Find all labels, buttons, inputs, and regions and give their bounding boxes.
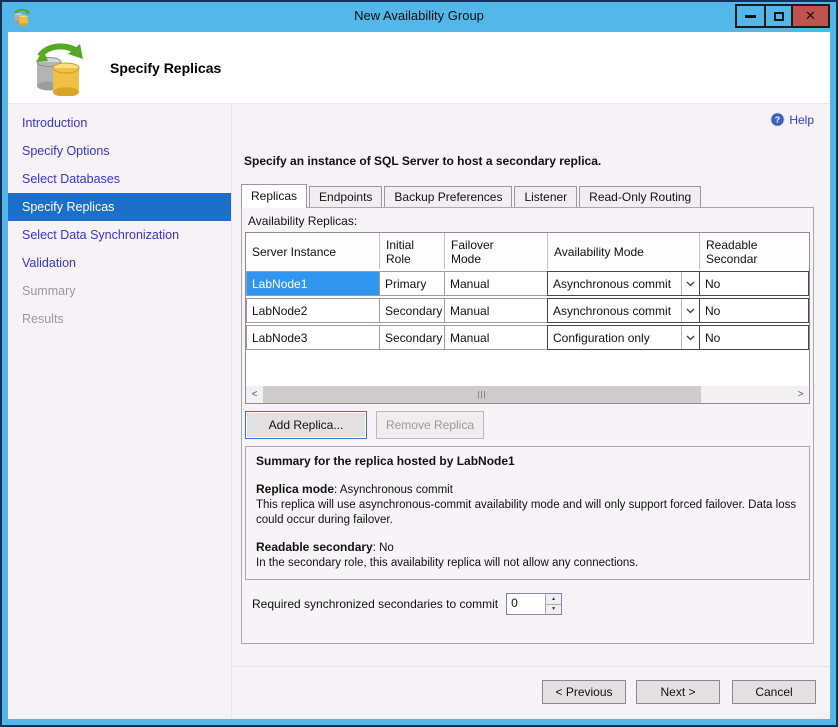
readable-secondary-dropdown[interactable]: No [699, 298, 809, 323]
sidebar-item-summary: Summary [8, 277, 231, 305]
cell-initial-role[interactable]: Primary [379, 271, 445, 296]
maximize-button[interactable] [764, 4, 793, 28]
cell-initial-role[interactable]: Secondary [379, 325, 445, 350]
chevron-down-icon[interactable] [681, 272, 699, 295]
help-label: Help [789, 113, 814, 127]
availability-replicas-label: Availability Replicas: [248, 214, 810, 228]
readable-secondary-description: In the secondary role, this availability… [256, 556, 799, 571]
replica-mode-description: This replica will use asynchronous-commi… [256, 498, 799, 528]
cell-failover-mode[interactable]: Manual [444, 325, 548, 350]
column-header-availability-mode[interactable]: Availability Mode [548, 233, 700, 269]
scroll-right-icon[interactable]: > [792, 386, 809, 403]
table-row: LabNode3 Secondary Manual Configuration … [246, 325, 809, 350]
readable-secondary-dropdown[interactable]: No [699, 271, 809, 296]
page-title: Specify Replicas [110, 60, 221, 76]
chevron-down-icon[interactable] [681, 326, 699, 349]
replica-mode-value: : Asynchronous commit [334, 484, 453, 496]
wizard-footer: < Previous Next > Cancel [232, 666, 830, 719]
wizard-steps-sidebar: Introduction Specify Options Select Data… [8, 104, 232, 719]
help-link[interactable]: ? Help [770, 112, 814, 127]
tab-listener[interactable]: Listener [514, 186, 577, 208]
sidebar-item-validation[interactable]: Validation [8, 249, 231, 277]
required-secondaries-spinner[interactable]: 0 ▲ ▼ [506, 593, 562, 615]
readable-secondary-label: Readable secondary [256, 540, 373, 554]
tab-bar: Replicas Endpoints Backup Preferences Li… [241, 184, 703, 208]
minimize-icon [745, 15, 756, 18]
remove-replica-button[interactable]: Remove Replica [376, 411, 484, 439]
cell-failover-mode[interactable]: Manual [444, 271, 548, 296]
availability-replicas-grid: Server Instance Initial Role Failover Mo… [245, 232, 810, 404]
sidebar-item-specify-options[interactable]: Specify Options [8, 137, 231, 165]
scrollbar-track[interactable] [701, 386, 792, 403]
spinner-value[interactable]: 0 [507, 594, 545, 614]
scroll-left-icon[interactable]: < [246, 386, 263, 403]
maximize-icon [774, 12, 784, 21]
help-icon: ? [770, 112, 785, 127]
availability-mode-dropdown[interactable]: Configuration only [547, 325, 700, 350]
new-availability-group-window: New Availability Group ✕ Specify R [0, 0, 838, 727]
cell-server-instance[interactable]: LabNode1 [246, 271, 380, 296]
summary-title: Summary for the replica hosted by LabNod… [256, 454, 515, 468]
instruction-text: Specify an instance of SQL Server to hos… [244, 154, 601, 168]
titlebar[interactable]: New Availability Group ✕ [2, 2, 836, 32]
minimize-button[interactable] [735, 4, 766, 28]
availability-mode-dropdown[interactable]: Asynchronous commit [547, 271, 700, 296]
availability-group-icon [30, 40, 86, 96]
required-secondaries-label: Required synchronized secondaries to com… [252, 597, 498, 611]
spinner-down-icon[interactable]: ▼ [546, 605, 561, 615]
window-title: New Availability Group [2, 8, 836, 23]
cell-server-instance[interactable]: LabNode2 [246, 298, 380, 323]
tab-endpoints[interactable]: Endpoints [309, 186, 382, 208]
chevron-down-icon[interactable] [681, 299, 699, 322]
replicas-tab-panel: Availability Replicas: Server Instance I… [241, 207, 814, 644]
sidebar-item-specify-replicas[interactable]: Specify Replicas [8, 193, 231, 221]
wizard-header: Specify Replicas [8, 32, 830, 104]
previous-button[interactable]: < Previous [542, 680, 626, 704]
close-button[interactable]: ✕ [791, 4, 830, 28]
table-row: LabNode2 Secondary Manual Asynchronous c… [246, 298, 809, 323]
readable-secondary-dropdown[interactable]: No [699, 325, 809, 350]
close-icon: ✕ [805, 8, 816, 24]
column-header-readable-secondary[interactable]: Readable Secondar [700, 233, 809, 269]
grid-header-row: Server Instance Initial Role Failover Mo… [246, 233, 809, 269]
tab-read-only-routing[interactable]: Read-Only Routing [579, 186, 701, 208]
cancel-button[interactable]: Cancel [732, 680, 816, 704]
cell-failover-mode[interactable]: Manual [444, 298, 548, 323]
replica-summary-panel: Summary for the replica hosted by LabNod… [245, 446, 810, 580]
availability-mode-dropdown[interactable]: Asynchronous commit [547, 298, 700, 323]
sidebar-item-results: Results [8, 305, 231, 333]
grid-empty-area [246, 350, 809, 386]
spinner-up-icon[interactable]: ▲ [546, 594, 561, 605]
add-replica-button[interactable]: Add Replica... [245, 411, 367, 439]
replica-mode-label: Replica mode [256, 482, 334, 496]
readable-secondary-value: : No [373, 542, 394, 554]
scrollbar-thumb[interactable]: ||| [263, 386, 701, 403]
cell-server-instance[interactable]: LabNode3 [246, 325, 380, 350]
next-button[interactable]: Next > [636, 680, 720, 704]
tab-backup-preferences[interactable]: Backup Preferences [384, 186, 512, 208]
column-header-initial-role[interactable]: Initial Role [380, 233, 445, 269]
sidebar-item-introduction[interactable]: Introduction [8, 109, 231, 137]
main-content: ? Help Specify an instance of SQL Server… [232, 104, 830, 719]
column-header-failover-mode[interactable]: Failover Mode [445, 233, 548, 269]
column-header-server-instance[interactable]: Server Instance [246, 233, 380, 269]
sidebar-item-select-databases[interactable]: Select Databases [8, 165, 231, 193]
sidebar-item-select-data-synchronization[interactable]: Select Data Synchronization [8, 221, 231, 249]
svg-text:?: ? [775, 115, 780, 125]
tab-replicas[interactable]: Replicas [241, 184, 307, 208]
horizontal-scrollbar[interactable]: < ||| > [246, 386, 809, 403]
cell-initial-role[interactable]: Secondary [379, 298, 445, 323]
table-row: LabNode1 Primary Manual Asynchronous com… [246, 271, 809, 296]
